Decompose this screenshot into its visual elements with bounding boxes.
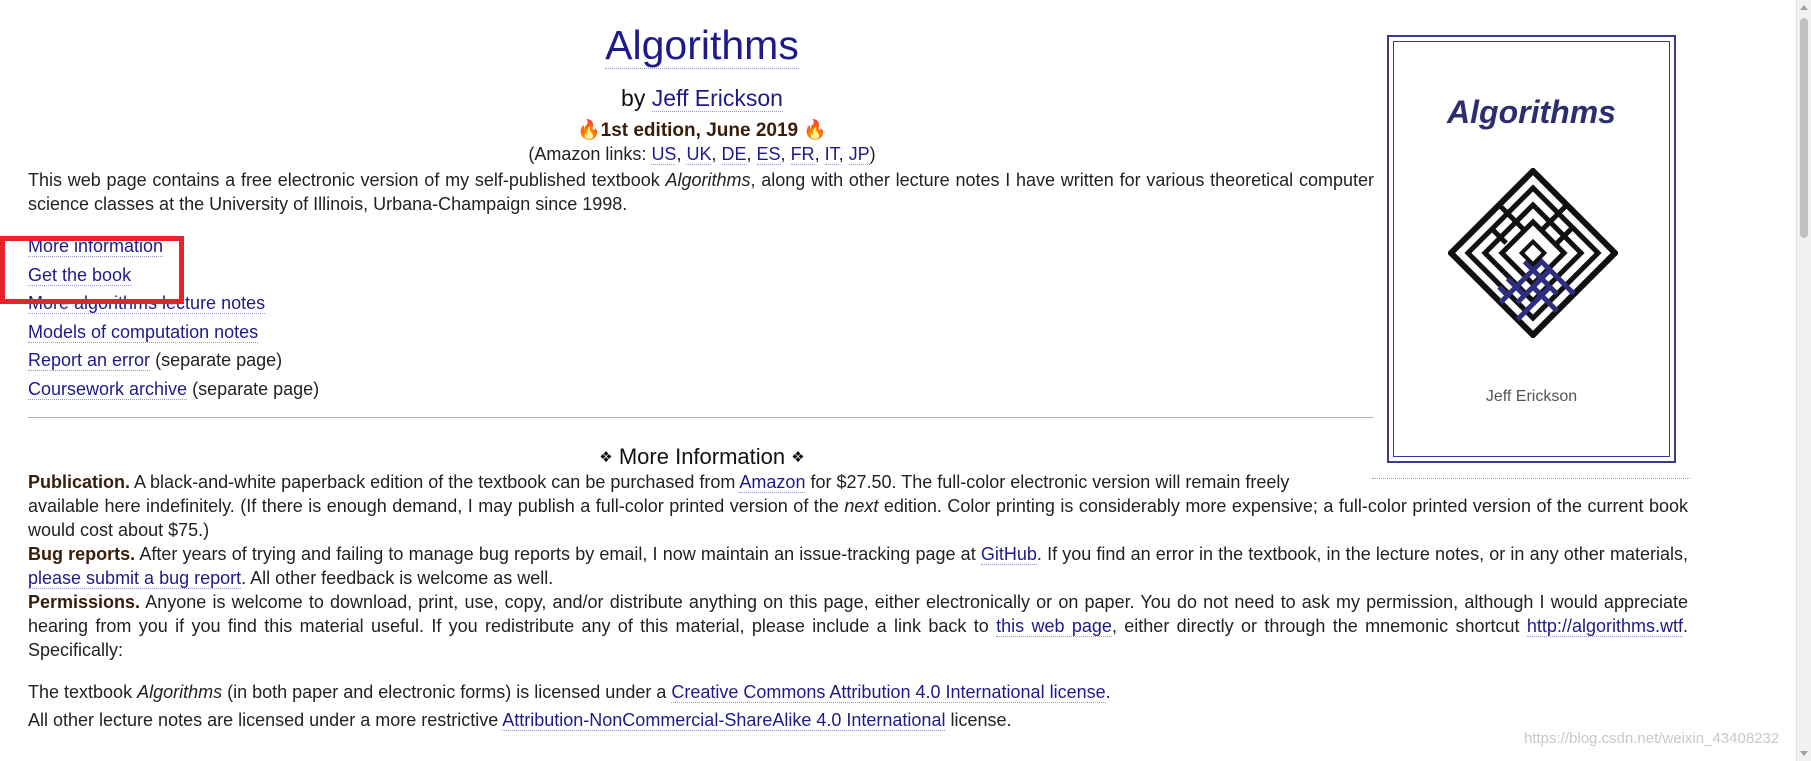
diamond-icon: ❖ bbox=[791, 449, 805, 466]
amazon-links: (Amazon links: US, UK, DE, ES, FR, IT, J… bbox=[528, 144, 876, 165]
toc-item: Coursework archive (separate page) bbox=[28, 378, 320, 400]
cc-by-nc-sa-license-link[interactable]: Attribution-NonCommercial-ShareAlike 4.0… bbox=[502, 710, 946, 731]
shortcut-link[interactable]: http://algorithms.wtf bbox=[1526, 616, 1683, 637]
fire-icon: 🔥 bbox=[803, 120, 828, 141]
edition-line: 🔥1st edition, June 2019 🔥 bbox=[576, 120, 828, 141]
submit-bug-report-link[interactable]: please submit a bug report bbox=[28, 568, 242, 589]
fire-icon: 🔥 bbox=[576, 120, 601, 141]
toc-link-coursework-archive[interactable]: Coursework archive bbox=[28, 378, 188, 400]
cover-title: Algorithms bbox=[1447, 94, 1616, 130]
cover-underline bbox=[1372, 478, 1690, 479]
github-link[interactable]: GitHub bbox=[980, 544, 1037, 565]
page-title: Algorithms bbox=[605, 22, 799, 69]
toc-link-report-error[interactable]: Report an error bbox=[28, 350, 151, 372]
this-web-page-link[interactable]: this web page bbox=[996, 616, 1112, 637]
permissions-paragraph: Permissions. Anyone is welcome to downlo… bbox=[28, 592, 1688, 660]
scroll-up-icon[interactable] bbox=[1800, 5, 1808, 10]
highlight-box bbox=[0, 236, 184, 304]
cover-frame: Algorithms Jeff Erickson bbox=[1393, 41, 1670, 457]
watermark: https://blog.csdn.net/weixin_43408232 bbox=[1524, 730, 1780, 747]
byline: by Jeff Erickson bbox=[621, 85, 783, 112]
toc-item: Report an error (separate page) bbox=[28, 350, 283, 372]
amazon-us-link[interactable]: US bbox=[651, 144, 677, 165]
maze-diamond-icon bbox=[1448, 168, 1618, 338]
toc-item: Models of computation notes bbox=[28, 318, 319, 347]
author-link[interactable]: Jeff Erickson bbox=[651, 85, 783, 112]
amazon-it-link[interactable]: IT bbox=[824, 144, 839, 165]
intro-paragraph: This web page contains a free electronic… bbox=[28, 170, 1374, 214]
vertical-scrollbar[interactable] bbox=[1796, 0, 1811, 761]
license-textbook: The textbook Algorithms (in both paper a… bbox=[28, 682, 1111, 703]
book-cover[interactable]: Algorithms Jeff Erickson bbox=[1387, 35, 1676, 463]
amazon-link[interactable]: Amazon bbox=[739, 472, 806, 493]
cc-by-license-link[interactable]: Creative Commons Attribution 4.0 Interna… bbox=[671, 682, 1106, 703]
cover-author: Jeff Erickson bbox=[1485, 388, 1578, 405]
toc-link-models-of-computation[interactable]: Models of computation notes bbox=[28, 321, 259, 343]
bug-reports-paragraph: Bug reports. After years of trying and f… bbox=[28, 544, 1688, 589]
scroll-down-icon[interactable] bbox=[1800, 751, 1808, 756]
amazon-fr-link[interactable]: FR bbox=[790, 144, 815, 165]
amazon-jp-link[interactable]: JP bbox=[848, 144, 870, 165]
section-heading: ❖ More Information ❖ bbox=[599, 444, 805, 469]
divider bbox=[28, 417, 1374, 418]
amazon-de-link[interactable]: DE bbox=[721, 144, 747, 165]
diamond-icon: ❖ bbox=[599, 449, 613, 466]
scrollbar-thumb[interactable] bbox=[1800, 18, 1808, 238]
license-notes: All other lecture notes are licensed und… bbox=[28, 710, 1012, 731]
publication-paragraph: Publication. A black-and-white paperback… bbox=[28, 472, 1688, 540]
amazon-es-link[interactable]: ES bbox=[756, 144, 781, 165]
amazon-uk-link[interactable]: UK bbox=[686, 144, 712, 165]
